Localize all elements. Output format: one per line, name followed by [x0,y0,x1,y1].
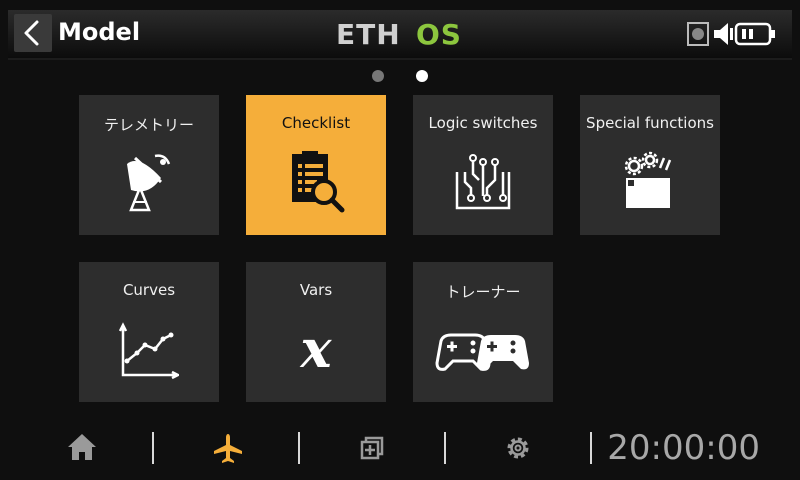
sd-card-icon [687,22,709,46]
tile-telemetry[interactable]: テレメトリー [79,95,219,235]
tile-label: Logic switches [428,114,538,132]
model-button[interactable] [208,428,248,468]
tile-label: Vars [299,281,333,299]
tile-curves[interactable]: Curves [79,262,219,402]
tile-label: トレーナー [445,283,521,301]
tile-logic-switches[interactable]: Logic switches [413,95,553,235]
tile-label: Special functions [586,114,714,132]
bottom-bar: 20:00:00 [0,418,800,478]
timer-clock: 20:00:00 [607,428,760,468]
back-button[interactable] [14,14,52,52]
tile-label: Curves [122,281,176,299]
layers-add-icon [360,436,384,460]
battery-icon [734,22,775,46]
volume-icon [714,23,733,45]
logic-circuit-icon [455,154,511,210]
system-settings-button[interactable] [498,428,538,468]
tile-special-functions[interactable]: Special functions [580,95,720,235]
airplane-icon [214,434,242,463]
home-icon [68,434,96,460]
satellite-dish-icon [127,154,171,212]
home-button[interactable] [62,428,102,468]
separator [590,432,592,464]
svg-text:x: x [299,319,332,380]
checklist-search-icon [292,151,345,213]
page-dot-2-active[interactable] [416,70,428,82]
page-indicator [0,68,800,84]
ethos-logo: ETH OS [336,18,462,50]
settings-gear-icon [507,437,529,459]
curve-graph-icon [119,322,179,380]
header-bar: Model ETH OS [8,10,792,60]
separator [298,432,300,464]
separator [152,432,154,464]
separator [444,432,446,464]
variable-x-icon: x [299,319,332,380]
status-icons [687,22,775,46]
svg-text:ETH: ETH [336,18,401,50]
page-title: Model [58,18,141,46]
tile-checklist[interactable]: Checklist [246,95,386,235]
page-dot-1[interactable] [372,70,384,82]
tile-label: Checklist [281,114,351,132]
tile-label: テレメトリー [103,116,194,134]
tile-vars[interactable]: Vars x [246,262,386,402]
displays-button[interactable] [352,428,392,468]
gamepads-icon [435,333,529,371]
tile-trainer[interactable]: トレーナー [413,262,553,402]
back-chevron-icon [24,20,39,46]
svg-text:OS: OS [416,18,462,50]
gears-icon [624,151,672,208]
